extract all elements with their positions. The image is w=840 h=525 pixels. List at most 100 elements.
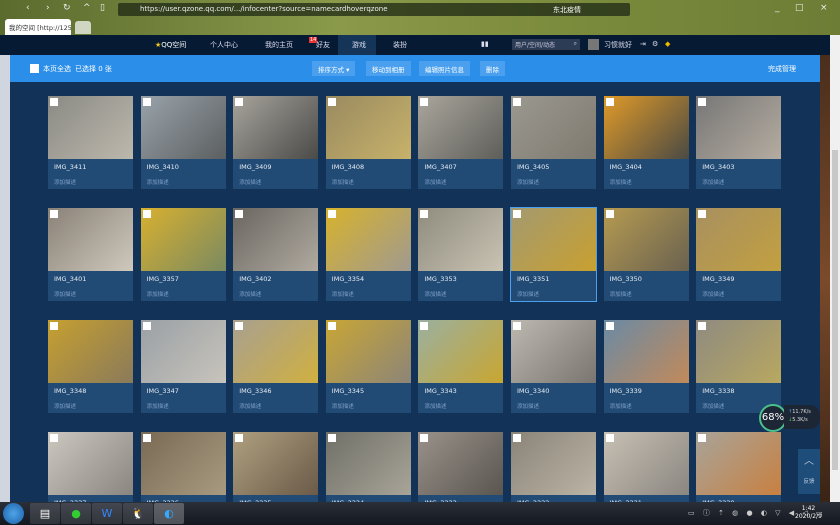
photo-card[interactable]: IMG_3340 添加描述 xyxy=(511,320,596,413)
photo-card[interactable]: IMG_3346 添加描述 xyxy=(233,320,319,413)
photo-thumbnail[interactable] xyxy=(511,320,596,383)
photo-card[interactable]: IMG_3333添加描述 xyxy=(418,432,504,502)
photo-card[interactable]: IMG_3407 添加描述 xyxy=(418,96,504,189)
photo-thumbnail[interactable] xyxy=(603,432,689,495)
photo-thumbnail[interactable] xyxy=(603,208,689,271)
photo-checkbox[interactable] xyxy=(605,434,614,442)
photo-checkbox[interactable] xyxy=(50,322,58,330)
back-icon[interactable]: ‹ xyxy=(26,3,30,13)
photo-checkbox[interactable] xyxy=(327,322,336,330)
photo-card[interactable]: IMG_3349 添加描述 xyxy=(696,208,782,301)
taskbar-browser-icon[interactable]: ◐ xyxy=(154,503,184,524)
photo-card[interactable]: IMG_3334添加描述 xyxy=(325,432,411,502)
photo-thumbnail[interactable] xyxy=(325,208,411,271)
photo-card[interactable]: IMG_3404 添加描述 xyxy=(603,96,689,189)
taskbar-wps-icon[interactable]: W xyxy=(92,503,122,524)
nav-friends[interactable]: 好友 xyxy=(316,40,330,50)
photo-card[interactable]: IMG_3332添加描述 xyxy=(511,432,596,502)
photo-checkbox[interactable] xyxy=(327,98,336,106)
photo-card[interactable]: IMG_3403 添加描述 xyxy=(696,96,782,189)
photo-thumbnail[interactable] xyxy=(48,320,133,383)
add-description-link[interactable]: 添加描述 xyxy=(239,290,261,298)
photo-checkbox[interactable] xyxy=(50,210,58,218)
add-description-link[interactable]: 添加描述 xyxy=(239,178,261,186)
photo-card[interactable]: IMG_3348 添加描述 xyxy=(48,320,133,413)
photo-checkbox[interactable] xyxy=(327,210,336,218)
photo-checkbox[interactable] xyxy=(420,322,429,330)
add-description-link[interactable]: 添加描述 xyxy=(54,290,76,298)
taskbar-wechat-icon[interactable]: ● xyxy=(61,503,91,524)
photo-card[interactable]: IMG_3331添加描述 xyxy=(603,432,689,502)
edit-info-button[interactable]: 编辑照片信息 xyxy=(419,61,470,76)
add-description-link[interactable]: 添加描述 xyxy=(610,290,632,298)
photo-thumbnail[interactable] xyxy=(140,208,226,271)
photo-card[interactable]: IMG_3335添加描述 xyxy=(233,432,319,502)
photo-checkbox[interactable] xyxy=(420,434,429,442)
photo-card[interactable]: IMG_3408 添加描述 xyxy=(325,96,411,189)
photo-thumbnail[interactable] xyxy=(511,432,596,495)
browser-search[interactable]: 东北疫情 xyxy=(535,3,630,16)
gear-icon[interactable]: ⚙ xyxy=(652,40,658,48)
avatar[interactable] xyxy=(588,39,599,50)
add-description-link[interactable]: 添加描述 xyxy=(147,178,169,186)
photo-card[interactable]: IMG_3405 添加描述 xyxy=(511,96,596,189)
photo-thumbnail[interactable] xyxy=(418,432,504,495)
photo-checkbox[interactable] xyxy=(513,434,521,442)
add-description-link[interactable]: 添加描述 xyxy=(54,402,76,410)
photo-thumbnail[interactable] xyxy=(233,96,319,159)
add-description-link[interactable]: 添加描述 xyxy=(332,402,354,410)
photo-thumbnail[interactable] xyxy=(325,320,411,383)
new-tab-button[interactable] xyxy=(75,21,91,34)
photo-checkbox[interactable] xyxy=(605,98,614,106)
photo-thumbnail[interactable] xyxy=(418,320,504,383)
photo-thumbnail[interactable] xyxy=(325,96,411,159)
photo-card[interactable]: IMG_3401 添加描述 xyxy=(48,208,133,301)
photo-card[interactable]: IMG_3345 添加描述 xyxy=(325,320,411,413)
photo-checkbox[interactable] xyxy=(235,98,244,106)
photo-card[interactable]: IMG_3357 添加描述 xyxy=(140,208,226,301)
photo-card[interactable]: IMG_3339 添加描述 xyxy=(603,320,689,413)
delete-button[interactable]: 删除 xyxy=(480,61,505,76)
scrollbar-thumb[interactable] xyxy=(832,150,838,470)
cpu-gauge[interactable]: 68% xyxy=(759,404,787,432)
add-description-link[interactable]: 添加描述 xyxy=(424,402,446,410)
refresh-icon[interactable]: ↻ xyxy=(63,3,71,13)
photo-checkbox[interactable] xyxy=(698,98,707,106)
photo-thumbnail[interactable] xyxy=(511,96,596,159)
reader-icon[interactable]: ▯ xyxy=(100,3,105,13)
photo-checkbox[interactable] xyxy=(235,322,244,330)
music-icon[interactable]: ▮▮ xyxy=(481,40,489,48)
photo-thumbnail[interactable] xyxy=(696,320,782,383)
photo-checkbox[interactable] xyxy=(605,322,614,330)
photo-thumbnail[interactable] xyxy=(325,432,411,495)
photo-thumbnail[interactable] xyxy=(48,432,133,495)
add-description-link[interactable]: 添加描述 xyxy=(517,290,539,298)
photo-thumbnail[interactable] xyxy=(140,96,226,159)
photo-checkbox[interactable] xyxy=(142,98,151,106)
add-description-link[interactable]: 添加描述 xyxy=(702,402,724,410)
maximize-icon[interactable]: □ xyxy=(795,3,804,13)
photo-checkbox[interactable] xyxy=(698,322,707,330)
logout-icon[interactable]: ⇥ xyxy=(640,40,646,48)
photo-thumbnail[interactable] xyxy=(511,208,596,271)
photo-checkbox[interactable] xyxy=(698,434,707,442)
photo-checkbox[interactable] xyxy=(420,98,429,106)
nav-homepage[interactable]: 我的主页 xyxy=(265,40,293,50)
photo-card[interactable]: IMG_3410 添加描述 xyxy=(140,96,226,189)
add-description-link[interactable]: 添加描述 xyxy=(702,290,724,298)
feedback-link[interactable]: 反馈 xyxy=(798,477,820,485)
nav-games[interactable]: 游戏 xyxy=(352,40,366,50)
photo-card[interactable]: IMG_3411 添加描述 xyxy=(48,96,133,189)
qzone-logo[interactable]: ★QQ空间 xyxy=(155,40,186,50)
photo-checkbox[interactable] xyxy=(142,210,151,218)
photo-card[interactable]: IMG_3351 添加描述 xyxy=(510,207,597,302)
browser-tab[interactable]: 我的空间 [http://1251580...] xyxy=(5,19,71,35)
photo-card[interactable]: IMG_3337添加描述 xyxy=(48,432,133,502)
add-description-link[interactable]: 添加描述 xyxy=(147,290,169,298)
photo-card[interactable]: IMG_3402 添加描述 xyxy=(233,208,319,301)
add-description-link[interactable]: 添加描述 xyxy=(517,402,539,410)
add-description-link[interactable]: 添加描述 xyxy=(54,178,76,186)
photo-checkbox[interactable] xyxy=(513,98,521,106)
add-description-link[interactable]: 添加描述 xyxy=(147,402,169,410)
add-description-link[interactable]: 添加描述 xyxy=(424,178,446,186)
